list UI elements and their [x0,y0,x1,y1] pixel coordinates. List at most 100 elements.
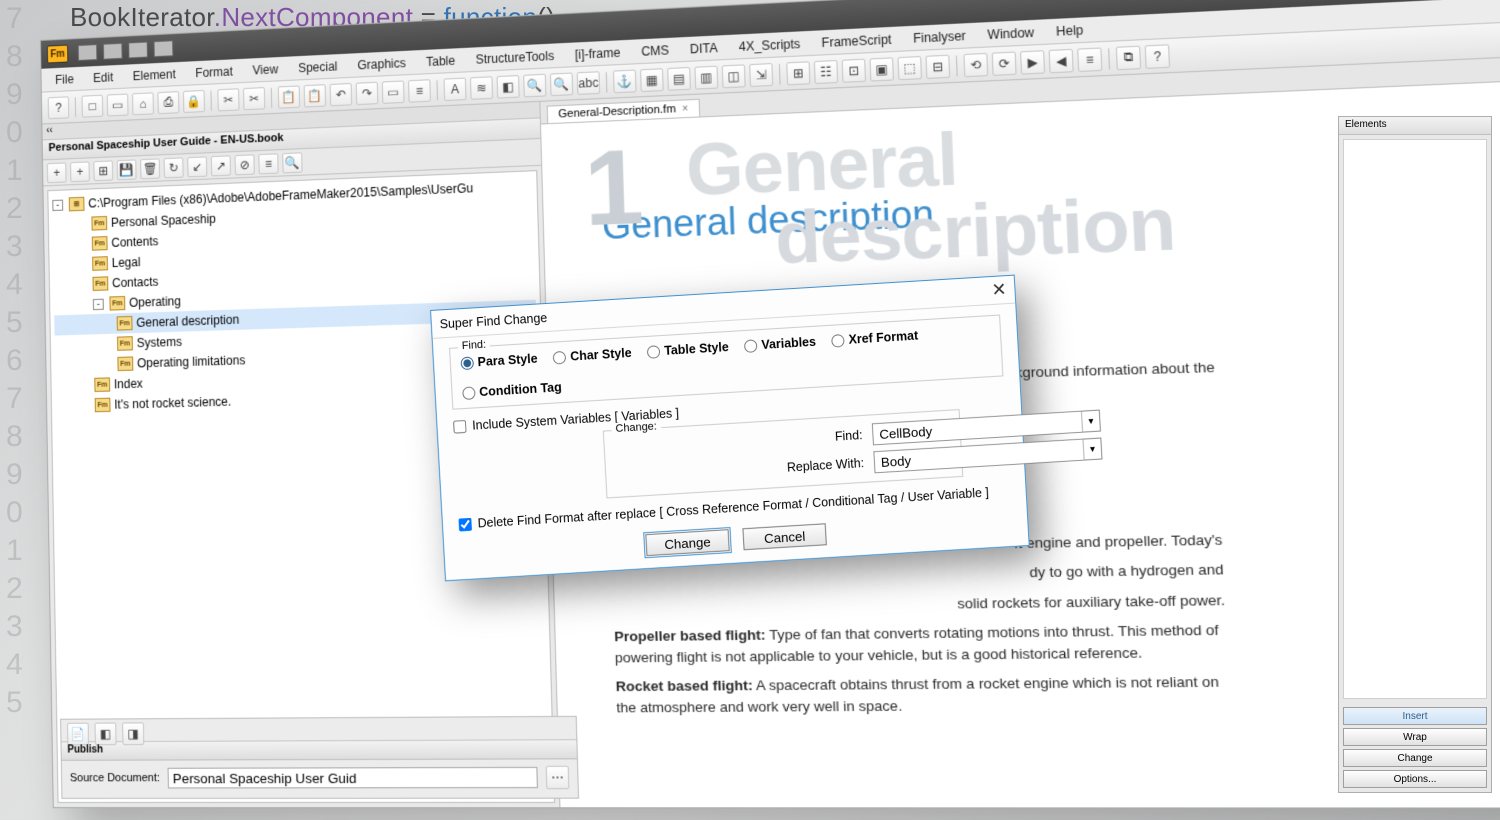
toolbar-button-20[interactable]: ⚓ [613,69,637,93]
layout-button-2[interactable] [103,43,123,60]
menu-4x_scripts[interactable]: 4X_Scripts [728,32,811,57]
browse-icon[interactable]: ⋯ [546,766,570,789]
toolbar-button-1[interactable]: □ [82,94,104,117]
toolbar-button-29[interactable]: ▣ [869,57,893,81]
toolbar-button-16[interactable]: ◧ [497,75,520,99]
menu-special[interactable]: Special [288,55,348,78]
elements-list[interactable] [1343,139,1487,699]
toolbar-button-12[interactable]: ▭ [382,80,405,103]
toolbar-button-15[interactable]: ≋ [470,76,493,100]
book-tool-5[interactable]: ↻ [164,157,184,178]
book-tool-7[interactable]: ↗ [211,155,231,176]
toolbar-button-10[interactable]: ↶ [330,82,353,105]
menu-format[interactable]: Format [185,60,243,83]
toolbar-button-31[interactable]: ⊟ [925,54,950,78]
publish-icon[interactable]: 📄 [67,723,89,746]
toolbar-button-0[interactable]: ? [48,96,70,119]
toolbar-button-4[interactable]: ⎙ [157,91,179,114]
find-type-radios: Para Style Char Style Table Style Variables… [460,324,992,400]
menu-element[interactable]: Element [123,63,186,86]
bg-line-numbers: 7890123456789012345 [6,0,23,722]
toolbar-button-27[interactable]: ☷ [814,59,838,83]
close-icon[interactable]: ✕ [991,279,1007,301]
toolbar-button-11[interactable]: ↷ [356,81,379,104]
chevron-down-icon[interactable]: ▾ [1081,411,1100,432]
book-tool-3[interactable]: 💾 [117,159,137,180]
toolbar-button-5[interactable]: 🔒 [183,89,205,112]
toolbar-button-17[interactable]: 🔍 [523,73,546,97]
book-tool-0[interactable]: + [47,162,67,183]
dialog-title: Super Find Change [439,310,547,330]
radio-variables[interactable]: Variables [744,335,816,353]
radio-char-style[interactable]: Char Style [553,346,632,365]
toolbar-button-2[interactable]: ▭ [107,93,129,116]
book-tool-4[interactable]: 🗑 [140,158,160,179]
publish-panel: 📄◧◨ Publish Source Document: ⋯ [60,716,579,799]
toolbar-button-24[interactable]: ◫ [722,64,746,88]
tree-item-label: Systems [137,335,183,351]
toolbar-button-34[interactable]: ▶ [1020,50,1045,74]
toolbar-button-33[interactable]: ⟳ [992,51,1017,75]
close-icon[interactable]: × [682,103,688,115]
toolbar-button-18[interactable]: 🔍 [550,72,573,96]
toolbar-button-7[interactable]: ✂ [243,87,265,110]
book-tool-10[interactable]: 🔍 [282,152,302,173]
toolbar-button-35[interactable]: ◀ [1049,48,1074,73]
radio-xref-format[interactable]: Xref Format [831,329,918,348]
menu-window[interactable]: Window [976,21,1045,45]
chevron-down-icon[interactable]: ▾ [1083,439,1102,460]
toolbar-button-19[interactable]: abc [577,71,600,95]
toolbar-button-25[interactable]: ⇲ [749,63,773,87]
menu-finalyser[interactable]: Finalyser [902,24,977,49]
toolbar-button-36[interactable]: ≡ [1077,47,1102,72]
cancel-button[interactable]: Cancel [742,523,826,550]
toolbar-button-14[interactable]: A [444,77,467,101]
toolbar-button-23[interactable]: ▥ [694,65,718,89]
menu-framescript[interactable]: FrameScript [811,28,903,53]
insert-button[interactable]: Insert [1343,707,1487,725]
source-doc-input[interactable] [168,767,538,789]
radio-condition-tag[interactable]: Condition Tag [462,380,562,400]
toolbar-button-13[interactable]: ≡ [408,79,431,102]
change-button[interactable]: Change [645,529,729,556]
menu-structuretools[interactable]: StructureTools [465,45,565,70]
toolbar-button-8[interactable]: 📋 [278,85,300,108]
publish-icon[interactable]: ◨ [122,722,144,745]
toolbar-button-9[interactable]: 📋 [304,84,326,107]
layout-button-1[interactable] [78,44,98,61]
menu-table[interactable]: Table [416,49,466,72]
layout-button-4[interactable] [154,40,174,57]
menu-file[interactable]: File [45,68,83,90]
change-button[interactable]: Change [1343,749,1487,767]
menu-dita[interactable]: DITA [679,37,728,60]
book-tool-6[interactable]: ↙ [187,156,207,177]
toolbar-button-28[interactable]: ⊡ [842,58,866,82]
menu-help[interactable]: Help [1045,19,1095,43]
tree-item-label: Operating [129,294,181,310]
menu-cms[interactable]: CMS [630,39,679,62]
layout-button-3[interactable] [128,41,148,58]
radio-table-style[interactable]: Table Style [647,340,729,359]
tree-item-label: Legal [112,255,141,270]
toolbar-button-3[interactable]: ⌂ [132,92,154,115]
toolbar-button-37[interactable]: ⧉ [1116,45,1141,70]
book-tool-8[interactable]: ⊘ [235,154,255,175]
options--button[interactable]: Options... [1343,770,1487,788]
menu-graphics[interactable]: Graphics [347,52,416,76]
book-tool-9[interactable]: ≡ [258,153,278,174]
menu-edit[interactable]: Edit [83,66,123,88]
radio-para-style[interactable]: Para Style [460,352,538,371]
wrap-button[interactable]: Wrap [1343,728,1487,746]
toolbar-button-6[interactable]: ✂ [217,88,239,111]
book-tool-2[interactable]: ⊞ [93,160,113,181]
toolbar-button-38[interactable]: ? [1145,44,1170,69]
toolbar-button-21[interactable]: ▦ [640,68,664,92]
toolbar-button-22[interactable]: ▤ [667,66,691,90]
menu-[i]-frame[interactable]: [i]-frame [564,41,631,65]
book-tool-1[interactable]: + [70,161,90,182]
toolbar-button-30[interactable]: ⬚ [897,55,922,79]
publish-icon[interactable]: ◧ [95,723,117,746]
menu-view[interactable]: View [243,58,289,80]
toolbar-button-26[interactable]: ⊞ [786,61,810,85]
toolbar-button-32[interactable]: ⟲ [963,52,988,76]
